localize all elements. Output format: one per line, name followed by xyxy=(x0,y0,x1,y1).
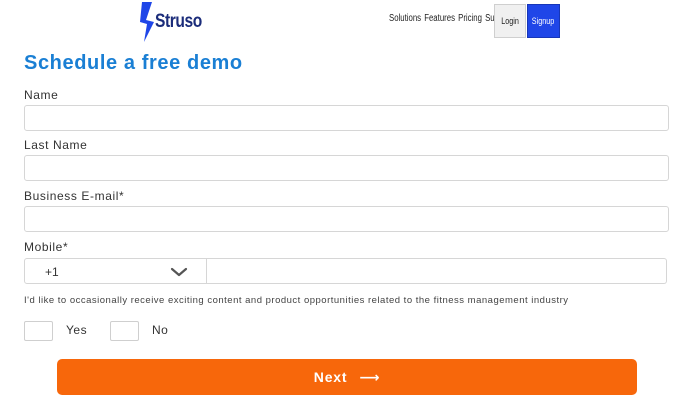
consent-yes-checkbox[interactable] xyxy=(24,321,53,341)
arrow-right-icon: ⟶ xyxy=(359,368,381,385)
phone-input[interactable] xyxy=(207,258,667,284)
top-navbar: Struso Solutions Features Pricing Suppor… xyxy=(0,0,700,42)
chevron-down-icon xyxy=(170,267,188,277)
email-input[interactable] xyxy=(24,206,669,232)
logo-mark-icon xyxy=(140,2,154,42)
name-label: Name xyxy=(24,88,59,102)
login-button[interactable]: Login xyxy=(494,4,526,38)
login-button-label: Login xyxy=(501,16,519,26)
last-name-label: Last Name xyxy=(24,138,88,152)
nav-solutions[interactable]: Solutions xyxy=(389,13,421,24)
struso-logo[interactable]: Struso xyxy=(140,2,202,42)
next-button-label: Next xyxy=(313,369,348,385)
email-label: Business E-mail* xyxy=(24,189,125,203)
consent-no-checkbox[interactable] xyxy=(110,321,139,341)
country-code-value: +1 xyxy=(45,265,59,279)
nav-pricing[interactable]: Pricing xyxy=(458,13,482,24)
consent-no-label[interactable]: No xyxy=(152,323,168,337)
consent-yes-label[interactable]: Yes xyxy=(66,323,87,337)
name-input[interactable] xyxy=(24,105,669,131)
signup-button[interactable]: Signup xyxy=(527,4,560,38)
brand-name: Struso xyxy=(155,11,202,32)
nav-features[interactable]: Features xyxy=(424,13,455,24)
form-title: Schedule a free demo xyxy=(24,52,243,74)
consent-text: I'd like to occasionally receive excitin… xyxy=(24,295,569,306)
country-code-select[interactable]: +1 xyxy=(24,258,207,284)
mobile-label: Mobile* xyxy=(24,240,69,254)
next-button[interactable]: Next ⟶ xyxy=(57,359,637,395)
last-name-input[interactable] xyxy=(24,155,669,181)
signup-button-label: Signup xyxy=(532,16,555,26)
